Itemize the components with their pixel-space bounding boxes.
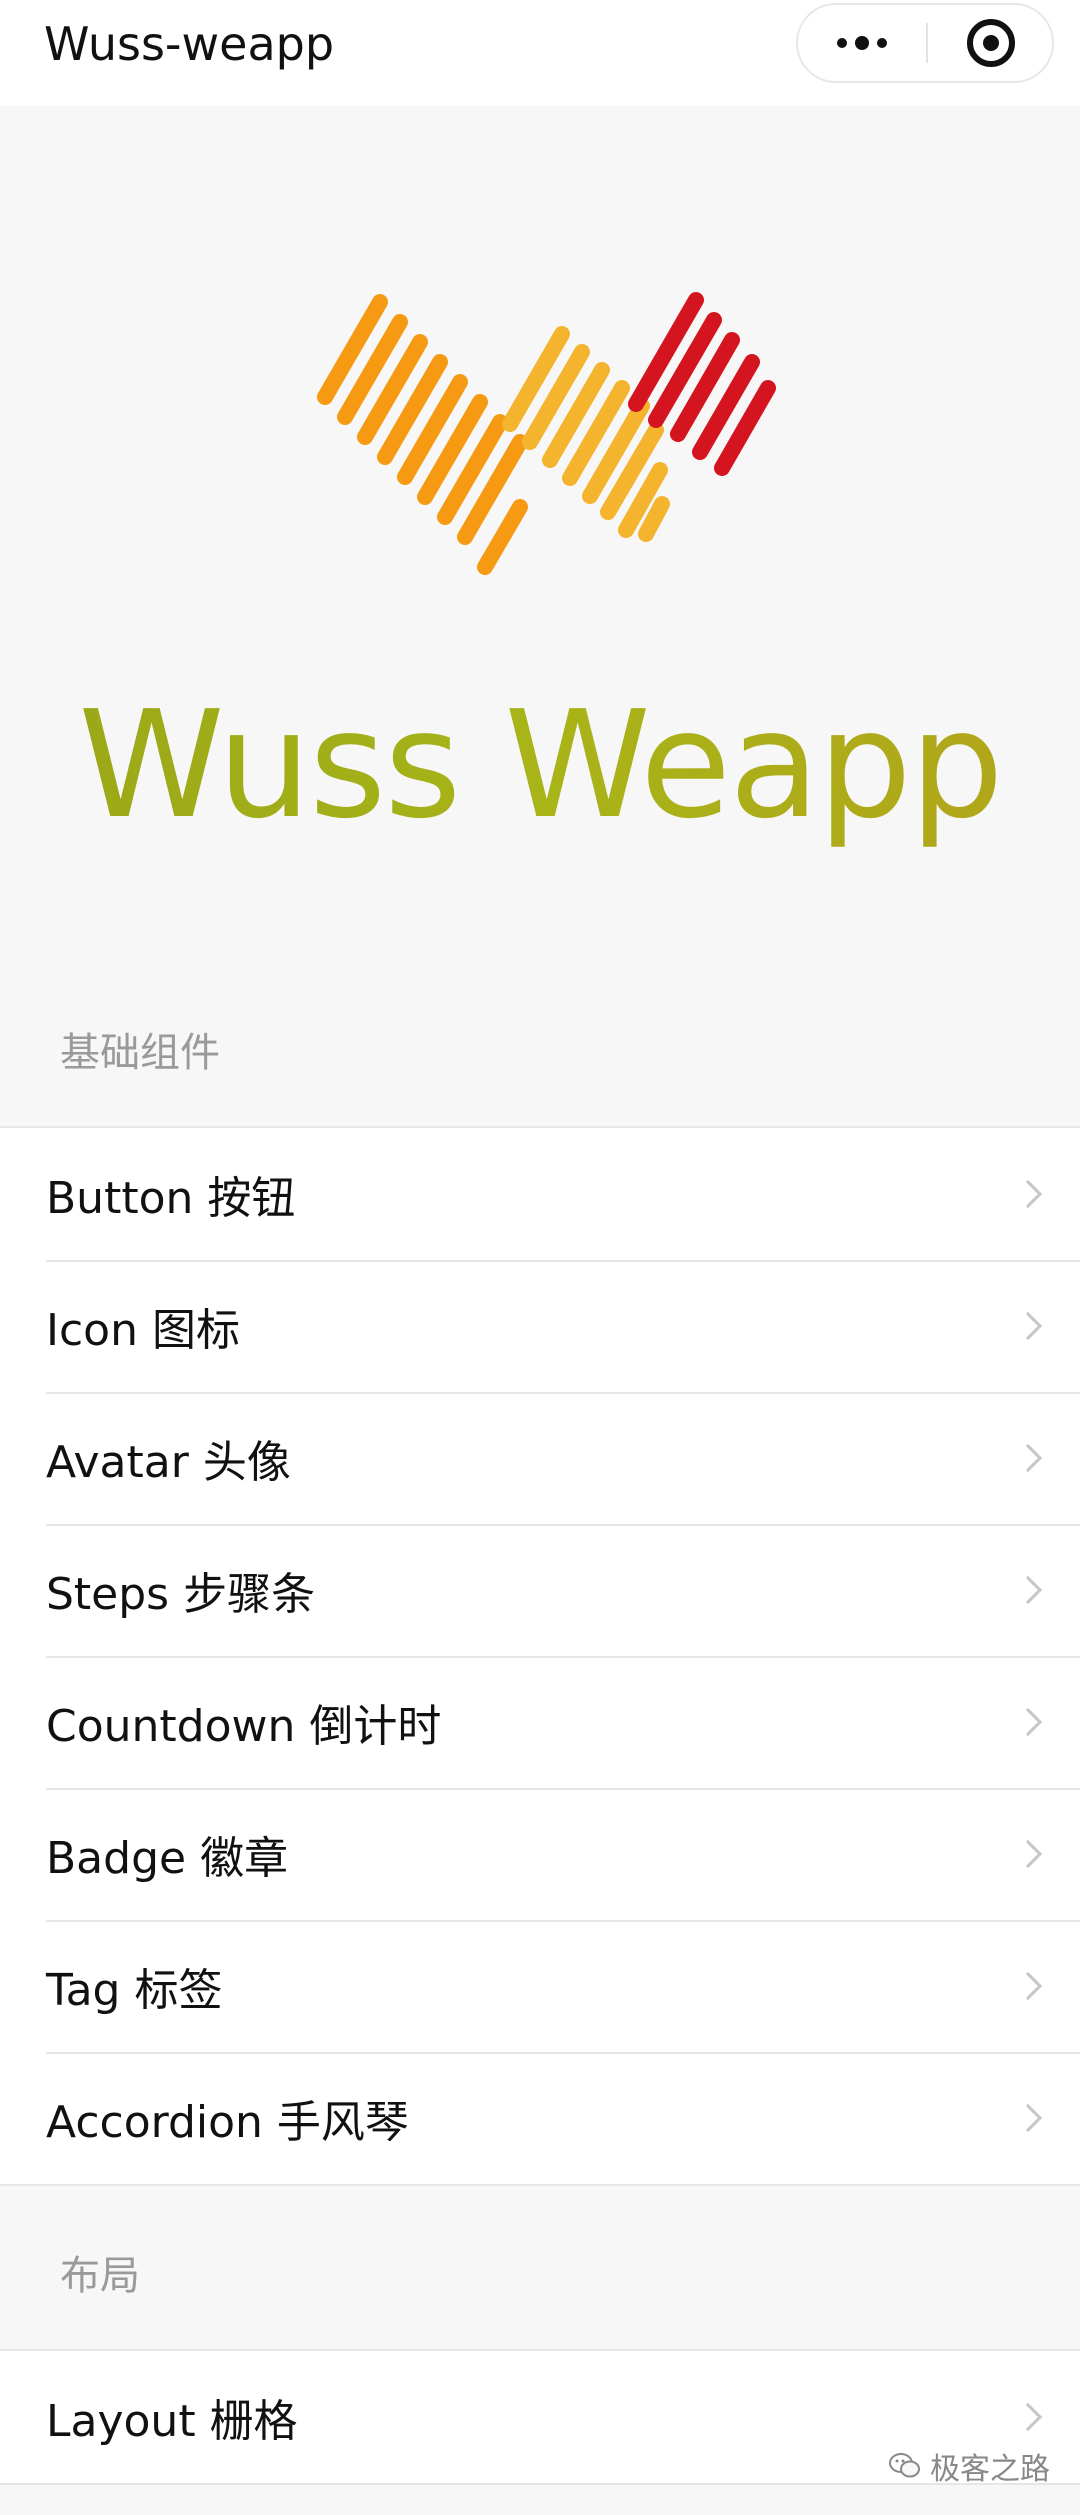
list-item-badge[interactable]: Badge 徽章 xyxy=(0,1788,1080,1920)
list-item-tag[interactable]: Tag 标签 xyxy=(0,1920,1080,2052)
list-item-label: Tag 标签 xyxy=(46,1965,223,2016)
list-item-button[interactable]: Button 按钮 xyxy=(0,1128,1080,1260)
chevron-right-icon xyxy=(1013,1179,1043,1209)
list-item-label: Icon 图标 xyxy=(46,1305,240,1356)
list-item-label: Button 按钮 xyxy=(46,1173,296,1224)
list-item-steps[interactable]: Steps 步骤条 xyxy=(0,1524,1080,1656)
section-title-basic: 基础组件 xyxy=(60,1030,220,1076)
brand-name: Wuss Weapp xyxy=(0,680,1080,850)
list-item-label: Avatar 头像 xyxy=(46,1437,291,1488)
list-item-icon[interactable]: Icon 图标 xyxy=(0,1260,1080,1392)
list-item-label: Countdown 倒计时 xyxy=(46,1701,442,1752)
close-button[interactable] xyxy=(928,5,1054,81)
list-item-label: Badge 徽章 xyxy=(46,1833,289,1884)
list-item-countdown[interactable]: Countdown 倒计时 xyxy=(0,1656,1080,1788)
list-item-accordion[interactable]: Accordion 手风琴 xyxy=(0,2052,1080,2184)
more-button[interactable] xyxy=(798,5,926,81)
list-item-label: Accordion 手风琴 xyxy=(46,2097,409,2148)
chevron-right-icon xyxy=(1013,1575,1043,1605)
chevron-right-icon xyxy=(1013,2402,1043,2432)
list-item-avatar[interactable]: Avatar 头像 xyxy=(0,1392,1080,1524)
navigation-bar: Wuss-weapp xyxy=(0,0,1080,106)
chevron-right-icon xyxy=(1013,1707,1043,1737)
chevron-right-icon xyxy=(1013,2103,1043,2133)
wuss-logo xyxy=(317,292,776,575)
chevron-right-icon xyxy=(1013,1311,1043,1341)
list-item-label: Steps 步骤条 xyxy=(46,1569,316,1620)
section-title-layout: 布局 xyxy=(60,2253,140,2299)
watermark: 极客之路 xyxy=(888,2444,1050,2488)
chevron-right-icon xyxy=(1013,1971,1043,2001)
target-icon xyxy=(967,19,1015,67)
page-title: Wuss-weapp xyxy=(44,17,335,71)
watermark-text: 极客之路 xyxy=(930,2452,1050,2487)
chevron-right-icon xyxy=(1013,1839,1043,1869)
wechat-icon xyxy=(889,2453,920,2478)
basic-components-list: Button 按钮 Icon 图标 Avatar 头像 Steps 步骤条 Co… xyxy=(0,1126,1080,2186)
list-item-label: Layout 栅格 xyxy=(46,2396,298,2447)
more-dots-icon xyxy=(837,36,887,50)
capsule-menu xyxy=(796,3,1054,83)
chevron-right-icon xyxy=(1013,1443,1043,1473)
